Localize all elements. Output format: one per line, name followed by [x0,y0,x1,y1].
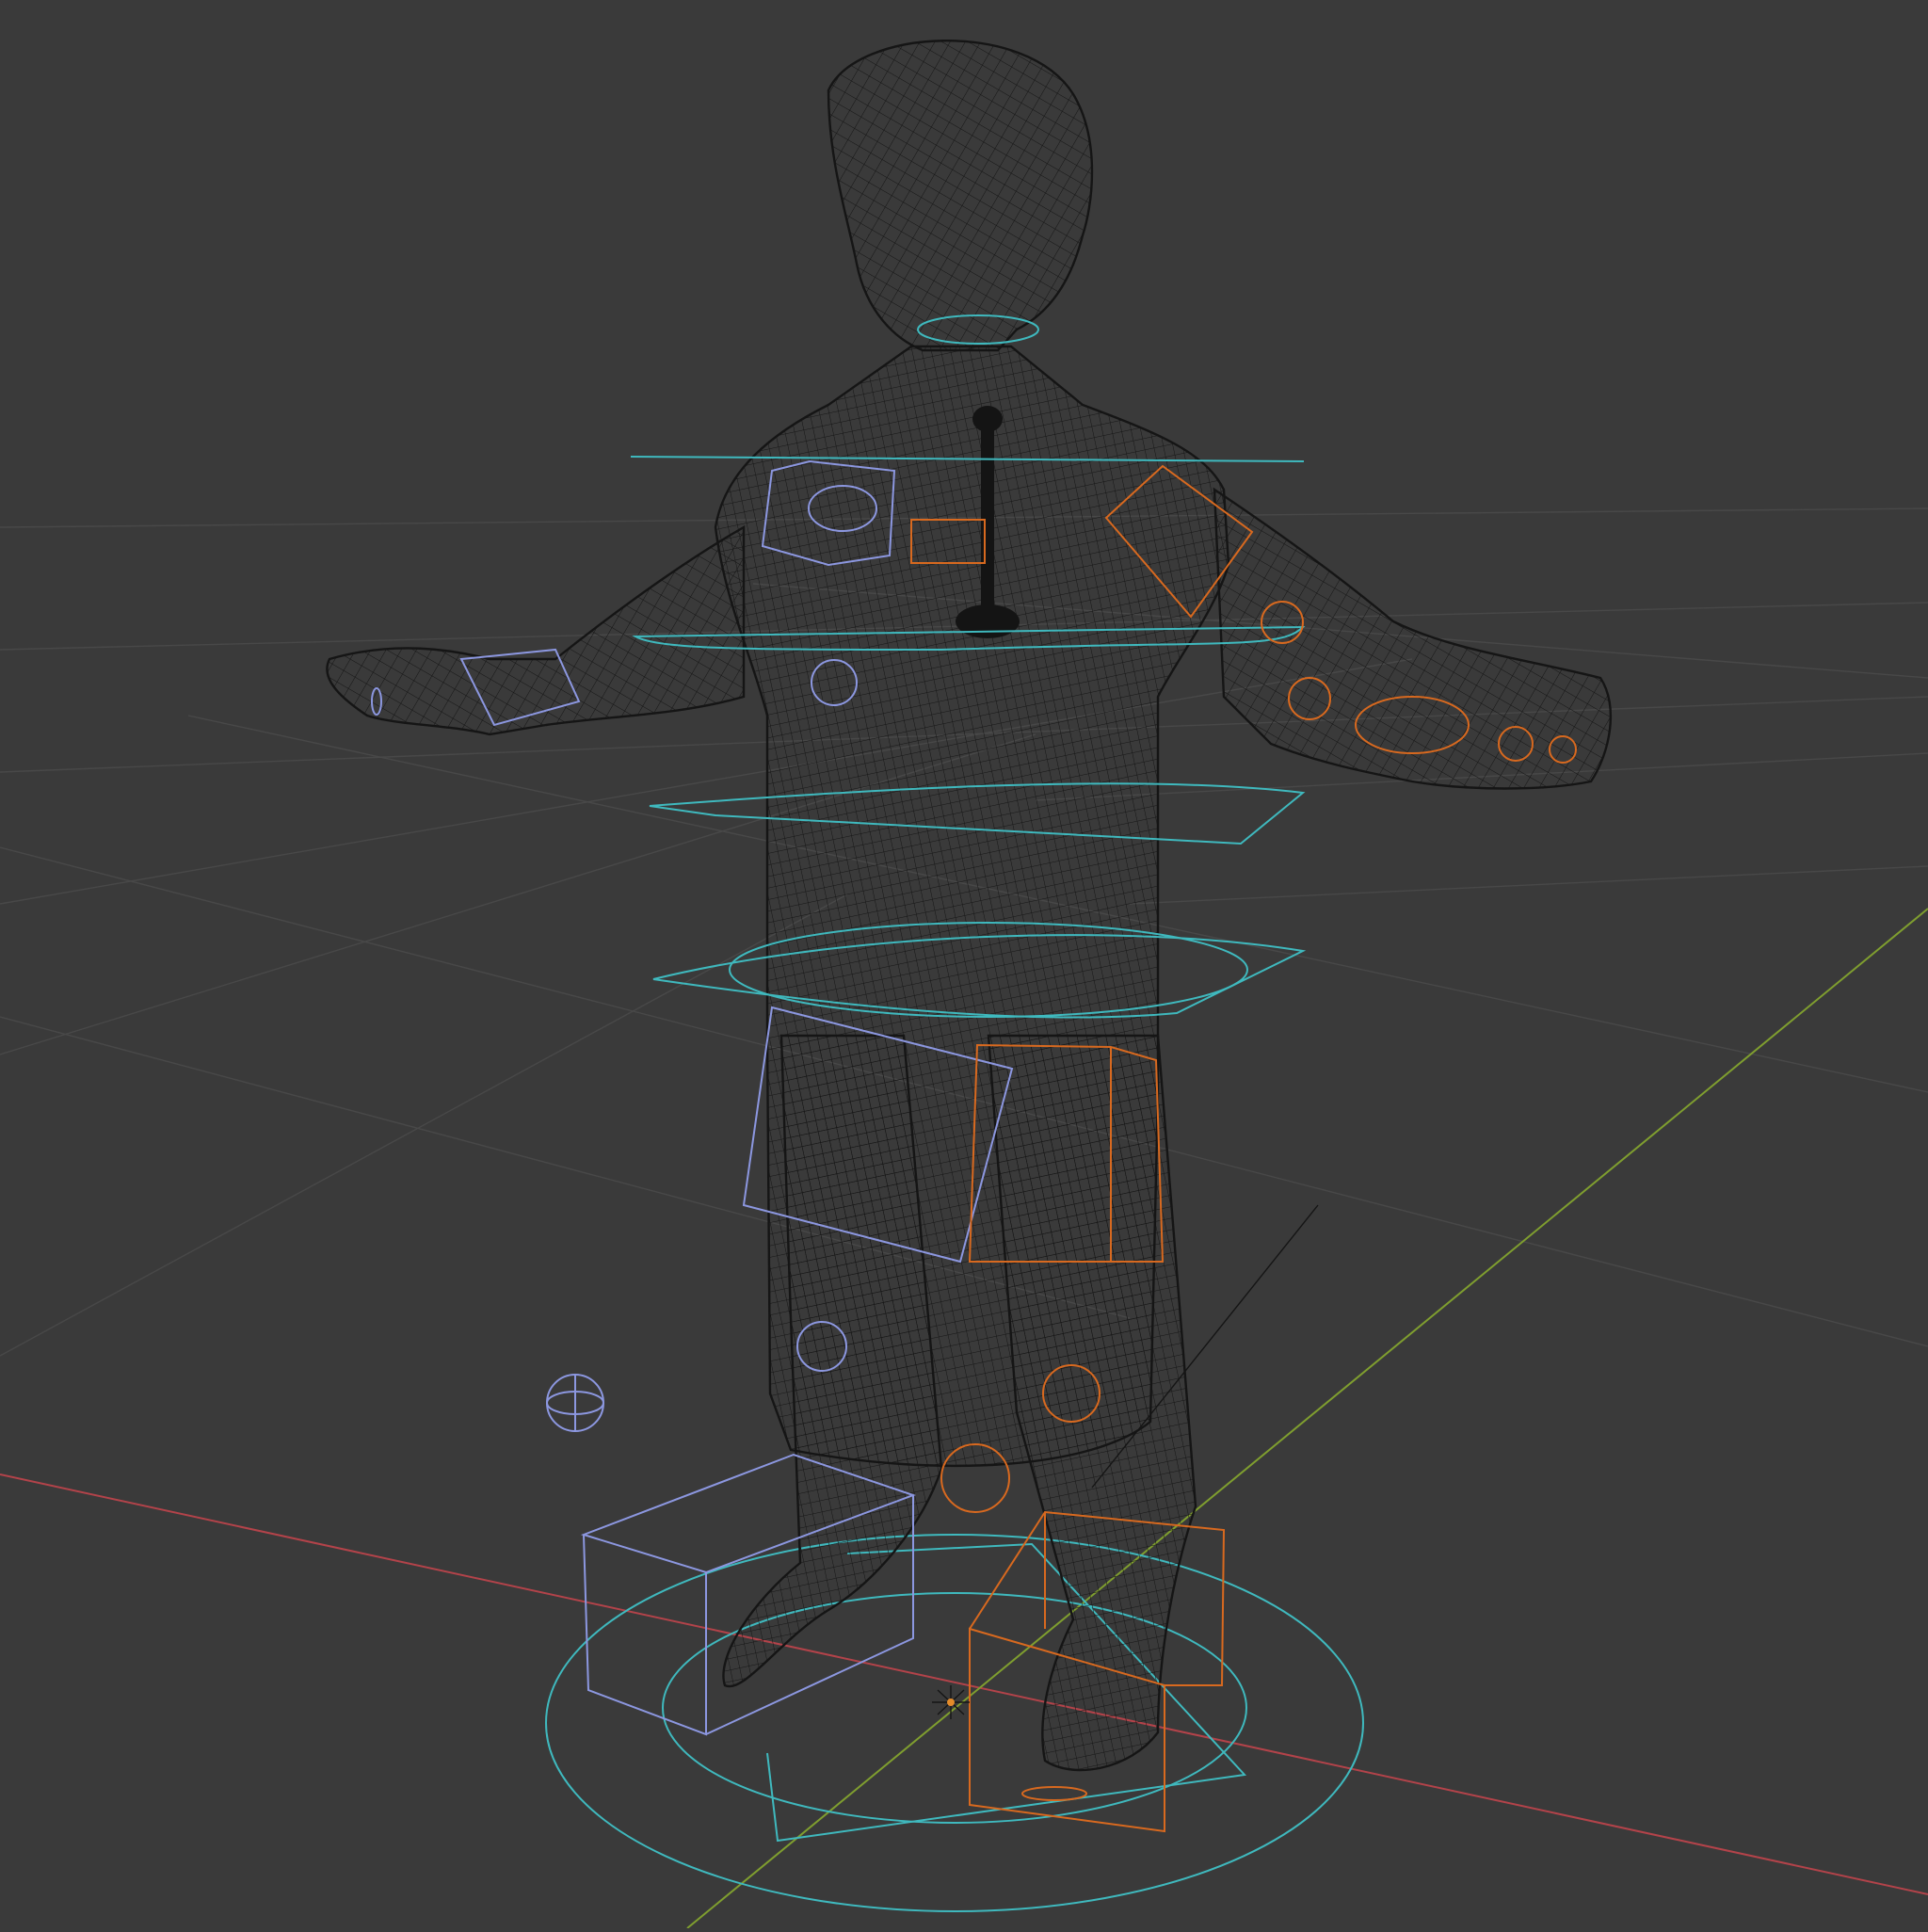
origin-marker-icon [932,1685,970,1719]
viewport-canvas[interactable] [0,0,1928,1929]
mesh-right-leg[interactable] [987,1034,1197,1772]
3d-viewport[interactable] [0,0,1928,1929]
root-circle-control[interactable] [545,1534,1364,1912]
mesh-left-arm[interactable] [326,524,746,736]
mesh-head[interactable] [827,40,1094,352]
x-axis-line [0,1473,1928,1895]
mesh-left-leg[interactable] [722,1034,943,1688]
